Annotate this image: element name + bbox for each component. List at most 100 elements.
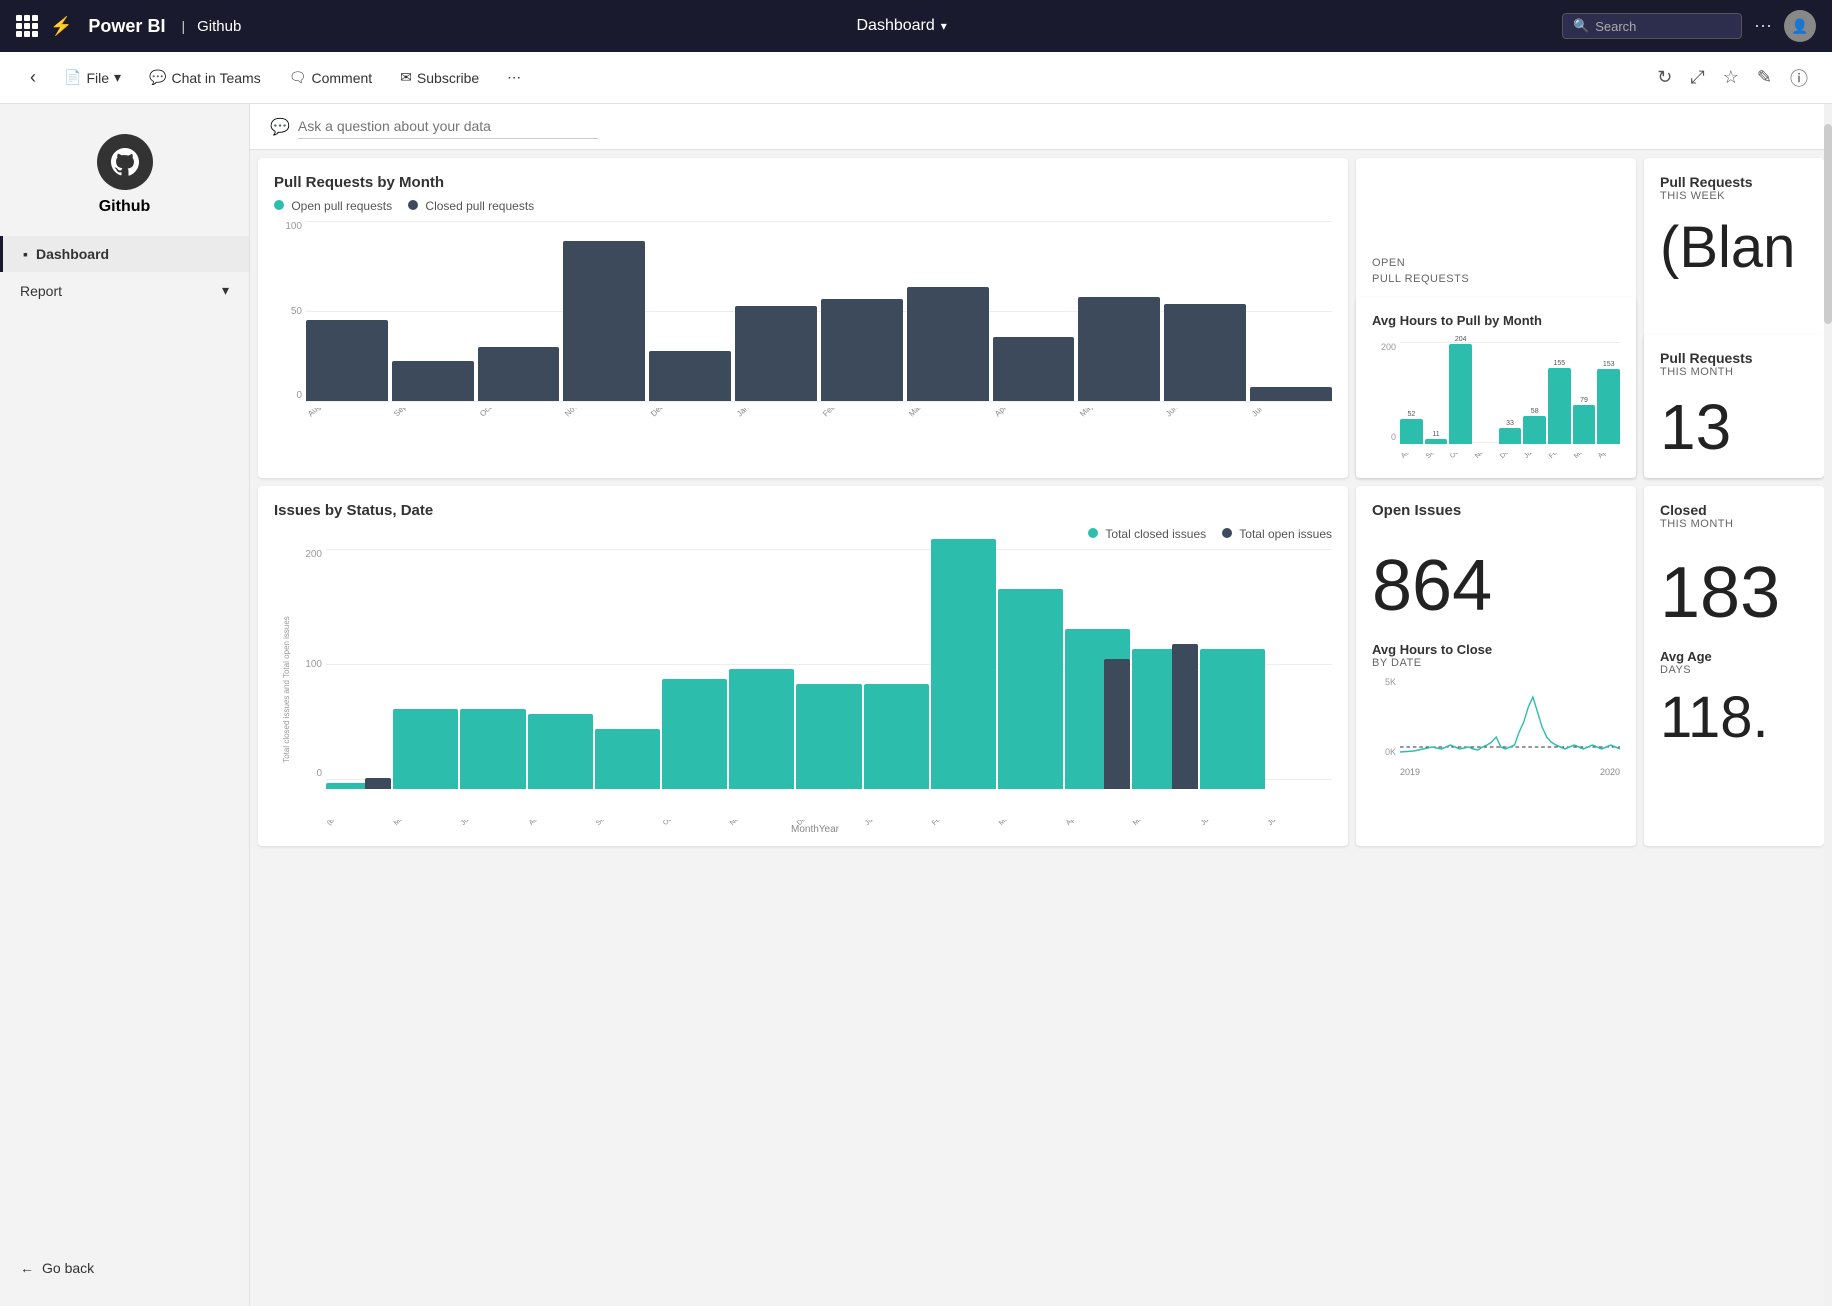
issues-bar-apr19-open [1104, 659, 1130, 789]
issues-bar-aug18 [528, 714, 593, 789]
issues-bar-may19-open [1172, 644, 1198, 789]
issues-bar-jul18 [460, 709, 525, 789]
more-options-icon[interactable]: ⋯ [1754, 16, 1772, 37]
avg-x-labels: Aug-2019 Sep-2019 Oct-2019 Nov-2019 Dec-… [1400, 453, 1620, 462]
open-issues-card: Open Issues 864 Avg Hours to Close BY DA… [1356, 486, 1636, 846]
pull-requests-chart-area: 100 50 0 [274, 221, 1332, 421]
sidebar: Github ▪ Dashboard Report ▾ ← Go back [0, 104, 250, 1306]
xl-mar19: Mar-2019 [998, 820, 1063, 829]
avg-bar-feb: 155 [1548, 360, 1571, 444]
open-pr-subtitle: Open [1372, 257, 1620, 269]
sidebar-item-report[interactable]: Report ▾ [0, 272, 249, 309]
bar-group-dec [649, 351, 731, 401]
bar-group-may [1078, 297, 1160, 401]
avg-hours-bars: 52 11 204 [1400, 342, 1620, 444]
file-icon: 📄 [64, 69, 81, 86]
x-label-dec: Dec-2019 [649, 408, 731, 421]
main-content: 💬 Pull Requests by Month Open pull reque… [250, 104, 1832, 1306]
topbar-right: 🔍 Search ⋯ 👤 [1562, 10, 1816, 42]
legend-open-issues-dot [1222, 528, 1232, 538]
avg-hours-pull-title: Avg Hours to Pull by Month [1372, 313, 1620, 328]
legend-closed-label: Closed pull requests [425, 199, 534, 213]
issues-chart-wrapper: Total closed issues and Total open issue… [274, 549, 1332, 829]
powerbi-logo: ⚡ [50, 16, 72, 37]
avg-bar-apr: 153 [1597, 361, 1620, 444]
avg-age-subtitle: DAYS [1660, 664, 1808, 676]
qa-input[interactable] [298, 114, 598, 139]
x-label-aug: Aug-2019 [306, 408, 388, 421]
pr-this-month-card: Pull Requests THIS MONTH 13 [1644, 334, 1824, 478]
qa-bar: 💬 [250, 104, 1832, 150]
avg-bar-oct: 204 [1449, 336, 1472, 444]
expand-icon[interactable]: ⤢ [1686, 63, 1708, 92]
info-icon[interactable]: ⓘ [1786, 61, 1812, 95]
avg-bar-aug-bar [1400, 419, 1423, 444]
xl-may19: May-2019 [1132, 820, 1197, 829]
avg-bar-oct-bar [1449, 344, 1472, 444]
pull-requests-chart-card: Pull Requests by Month Open pull request… [258, 158, 1348, 478]
sidebar-go-back[interactable]: ← Go back [0, 1250, 249, 1286]
avg-age-section: Avg Age DAYS 118. [1660, 649, 1808, 750]
dashboard-title[interactable]: Dashboard ▾ [856, 17, 946, 35]
avg-hours-close-title: Avg Hours to Close [1372, 642, 1620, 657]
closed-month-subtitle: THIS MONTH [1660, 518, 1808, 530]
issues-bar-jan19 [864, 684, 929, 789]
refresh-icon[interactable]: ↻ [1653, 63, 1676, 92]
xl-jul18: Jul-2018 [460, 820, 525, 829]
open-issues-value: 864 [1372, 547, 1620, 626]
comment-label: Comment [311, 70, 372, 86]
xl-jan19: Jan-2019 [864, 820, 929, 829]
file-label: File [86, 70, 109, 86]
bar-group-mar [907, 287, 989, 401]
legend-closed-issues-dot [1088, 528, 1098, 538]
pr-bars-container [306, 221, 1332, 401]
bar-jul [1250, 387, 1332, 401]
bar-jun [1164, 304, 1246, 401]
sidebar-report-label: Report [20, 283, 62, 299]
x-label-may: May-2020 [1078, 408, 1160, 421]
report-chevron-icon: ▾ [222, 282, 229, 299]
toolbar-more-button[interactable]: ⋯ [497, 63, 531, 92]
user-avatar[interactable]: 👤 [1784, 10, 1816, 42]
avg-bar-sep-bar [1425, 439, 1448, 444]
edit-icon[interactable]: ✎ [1753, 63, 1776, 92]
pr-month-title: Pull Requests [1660, 350, 1808, 366]
sidebar-header: Github [0, 124, 249, 236]
subscribe-icon: ✉ [400, 69, 412, 86]
scrollbar-thumb[interactable] [1824, 124, 1832, 324]
pr-week-subtitle: THIS WEEK [1660, 190, 1808, 202]
bar-jan [735, 306, 817, 401]
search-icon: 🔍 [1573, 18, 1589, 34]
issues-chart-card: Issues by Status, Date Total closed issu… [258, 486, 1348, 846]
go-back-label: Go back [42, 1260, 94, 1276]
search-box[interactable]: 🔍 Search [1562, 13, 1742, 39]
avg-bar-jan-bar [1523, 416, 1546, 444]
bar-group-sep [392, 361, 474, 401]
x-label-sep: Sep-2019 [392, 408, 474, 421]
collapse-sidebar-button[interactable]: ‹ [20, 61, 46, 94]
app-name: Power BI [88, 16, 165, 37]
sidebar-item-dashboard[interactable]: ▪ Dashboard [0, 236, 249, 272]
issues-legend: Total closed issues Total open issues [274, 527, 1332, 541]
bar-group-nov [563, 241, 645, 401]
qa-icon: 💬 [270, 117, 290, 137]
chat-teams-button[interactable]: 💬 Chat in Teams [139, 63, 271, 92]
issues-y-nums: 200 100 0 [298, 549, 322, 779]
issues-bar-dec18 [796, 684, 861, 789]
avg-hours-y: 200 0 [1372, 342, 1396, 442]
file-button[interactable]: 📄 File ▾ [54, 63, 131, 92]
avg-hours-close-subtitle: BY DATE [1372, 657, 1620, 669]
comment-button[interactable]: 🗨 Comment [279, 63, 382, 92]
gridline-0 [306, 401, 1332, 402]
pull-requests-legend: Open pull requests Closed pull requests [274, 199, 1332, 213]
xl-feb19: Feb-2019 [931, 820, 996, 829]
comment-icon: 🗨 [289, 69, 307, 86]
closed-month-value: 183 [1660, 554, 1808, 633]
search-placeholder: Search [1595, 19, 1636, 34]
issues-bar-may18 [393, 709, 458, 789]
dashboard-grid: Pull Requests by Month Open pull request… [250, 150, 1832, 854]
waffle-menu[interactable] [16, 15, 38, 37]
subscribe-button[interactable]: ✉ Subscribe [390, 63, 489, 92]
favorite-icon[interactable]: ☆ [1719, 63, 1743, 92]
more-icon: ⋯ [507, 69, 521, 86]
